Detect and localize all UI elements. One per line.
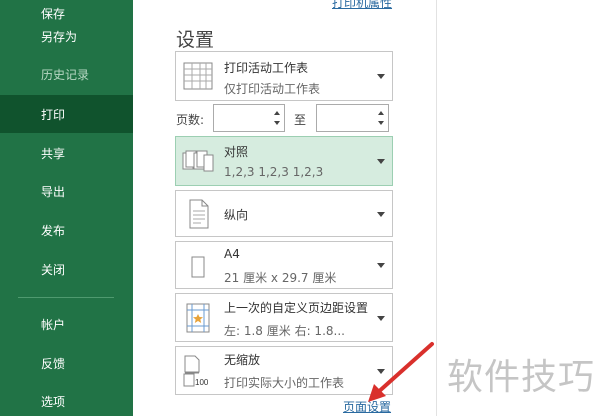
chevron-down-icon [377,263,385,268]
red-arrow-icon [368,342,434,402]
collated-pages-icon [182,150,214,172]
sidebar-item-label: 历史记录 [41,67,90,82]
portrait-page-icon [189,199,209,228]
print-scope-title: 打印活动工作表 [224,61,309,75]
printer-properties-link[interactable]: 打印机属性 [332,0,392,11]
sidebar-item-label: 选项 [41,394,66,409]
backstage-sidebar: 保存 另存为 历史记录 打印 共享 导出 发布 关闭 帐户 反馈 选项 [0,0,133,416]
spin-down-icon[interactable] [378,121,384,125]
sidebar-item-options[interactable]: 选项 [0,382,133,416]
settings-title: 设置 [176,29,215,51]
margins-dropdown[interactable]: 上一次的自定义页边距设置 左: 1.8 厘米 右: 1.8... [175,293,393,342]
sidebar-item-label: 共享 [41,146,66,161]
sidebar-item-label: 帐户 [41,317,66,332]
print-scope-subtitle: 仅打印活动工作表 [224,82,321,96]
sidebar-item-share[interactable]: 共享 [0,134,133,172]
scaling-subtitle: 打印实际大小的工作表 [224,376,345,390]
sidebar-item-label: 发布 [41,223,66,238]
sidebar-item-account[interactable]: 帐户 [0,305,133,343]
paper-size-subtitle: 21 厘米 x 29.7 厘米 [224,271,337,285]
svg-text:100: 100 [195,378,209,387]
collate-dropdown[interactable]: 对照 1,2,3 1,2,3 1,2,3 [175,136,393,186]
spin-down-icon[interactable] [274,121,280,125]
watermark-text: 软件技巧 [447,357,596,398]
spin-up-icon[interactable] [274,111,280,115]
paper-size-title: A4 [224,247,240,261]
collate-subtitle: 1,2,3 1,2,3 1,2,3 [224,165,324,179]
sidebar-item-feedback[interactable]: 反馈 [0,344,133,382]
sidebar-item-close[interactable]: 关闭 [0,250,133,288]
sidebar-item-publish[interactable]: 发布 [0,211,133,249]
paper-size-icon [191,256,205,278]
pages-label: 页数: [176,113,205,127]
margins-icon [186,303,210,332]
sidebar-item-label: 关闭 [41,262,66,277]
orientation-dropdown[interactable]: 纵向 [175,190,393,237]
sidebar-item-label: 打印 [41,107,66,122]
margins-subtitle: 左: 1.8 厘米 右: 1.8... [224,324,345,338]
no-scaling-icon: 100 [183,355,209,387]
sidebar-item-export[interactable]: 导出 [0,172,133,210]
sidebar-item-print[interactable]: 打印 [0,95,133,133]
sidebar-divider [18,297,114,298]
pages-from-input[interactable] [213,104,285,132]
margins-title: 上一次的自定义页边距设置 [224,301,369,315]
spin-up-icon[interactable] [378,111,384,115]
chevron-down-icon [377,159,385,164]
paper-size-dropdown[interactable]: A4 21 厘米 x 29.7 厘米 [175,241,393,289]
worksheet-grid-icon [183,62,213,90]
chevron-down-icon [377,74,385,79]
print-scope-dropdown[interactable]: 打印活动工作表 仅打印活动工作表 [175,51,393,101]
chevron-down-icon [377,315,385,321]
sidebar-item-save-as[interactable]: 另存为 [0,17,133,55]
sidebar-item-label: 导出 [41,184,66,199]
sidebar-item-label: 另存为 [41,29,78,44]
orientation-title: 纵向 [224,208,249,222]
pages-to-input[interactable] [316,104,389,132]
sidebar-item-history[interactable]: 历史记录 [0,55,133,93]
scaling-title: 无缩放 [224,353,261,367]
chevron-down-icon [377,211,385,217]
pages-to-label: 至 [294,113,307,127]
collate-title: 对照 [224,145,249,159]
sidebar-item-label: 反馈 [41,356,66,371]
